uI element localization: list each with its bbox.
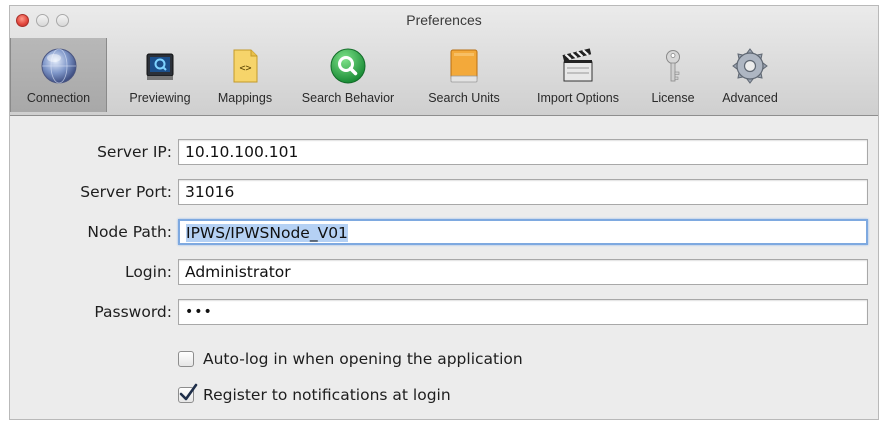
toolbar-tab-connection[interactable]: Connection [10, 38, 107, 112]
auto-login-checkbox[interactable] [178, 351, 194, 367]
key-icon [666, 50, 680, 82]
toolbar-tab-advanced[interactable]: Advanced [709, 38, 791, 112]
login-input[interactable]: Administrator [178, 259, 868, 285]
password-row: Password: ••• [10, 298, 878, 326]
toolbar-tab-mappings[interactable]: <> Mappings [207, 38, 283, 112]
window-title: Preferences [406, 12, 482, 28]
login-row: Login: Administrator [10, 258, 878, 286]
orange-drive-icon [450, 49, 478, 83]
checkmark-icon [179, 383, 198, 401]
toolbar-tab-search-units[interactable]: Search Units [413, 38, 515, 112]
server-port-row: Server Port: 31016 [10, 178, 878, 206]
toolbar-label-previewing: Previewing [129, 91, 191, 105]
password-label: Password: [94, 303, 172, 321]
register-notifications-option[interactable]: Register to notifications at login [178, 383, 678, 408]
titlebar: Preferences Connection Previewing <> Map… [10, 6, 878, 116]
node-path-selected-text: IPWS/IPWSNode_V01 [186, 224, 348, 242]
toolbar-tab-import-options[interactable]: Import Options [519, 38, 637, 112]
globe-icon [41, 48, 76, 84]
toolbar-label-mappings: Mappings [217, 91, 273, 105]
login-label: Login: [124, 263, 172, 281]
node-path-row: Node Path: IPWS/IPWSNode_V01 [10, 218, 878, 246]
server-ip-input[interactable]: 10.10.100.101 [178, 139, 868, 165]
node-path-input[interactable]: IPWS/IPWSNode_V01 [178, 219, 868, 245]
auto-login-option[interactable]: Auto-log in when opening the application [178, 348, 678, 372]
toolbar-tab-license[interactable]: License [641, 38, 705, 112]
svg-text:<>: <> [239, 63, 251, 74]
toolbar-label-search-units: Search Units [428, 91, 500, 105]
toolbar-label-connection: Connection [26, 91, 91, 105]
document-code-icon: <> [233, 49, 258, 83]
server-ip-row: Server IP: 10.10.100.101 [10, 138, 878, 166]
server-ip-label: Server IP: [97, 143, 172, 161]
clapperboard-icon [562, 48, 593, 82]
toolbar-label-search-behavior: Search Behavior [301, 91, 395, 105]
register-notifications-label: Register to notifications at login [203, 386, 451, 404]
toolbar-label-advanced: Advanced [722, 91, 778, 105]
monitor-preview-icon [146, 53, 174, 80]
toolbar-tab-previewing[interactable]: Previewing [115, 38, 205, 112]
register-notifications-checkbox[interactable] [178, 383, 198, 403]
toolbar-label-license: License [651, 91, 695, 105]
password-input[interactable]: ••• [178, 299, 868, 325]
gear-icon [732, 48, 768, 84]
server-port-input[interactable]: 31016 [178, 179, 868, 205]
server-port-label: Server Port: [80, 183, 172, 201]
toolbar-tab-search-behavior[interactable]: Search Behavior [287, 38, 409, 112]
auto-login-label: Auto-log in when opening the application [203, 350, 523, 368]
node-path-label: Node Path: [87, 223, 172, 241]
magnifier-icon [330, 48, 366, 84]
preferences-window: Preferences Connection Previewing <> Map… [9, 5, 879, 420]
toolbar-label-import-options: Import Options [537, 91, 619, 105]
